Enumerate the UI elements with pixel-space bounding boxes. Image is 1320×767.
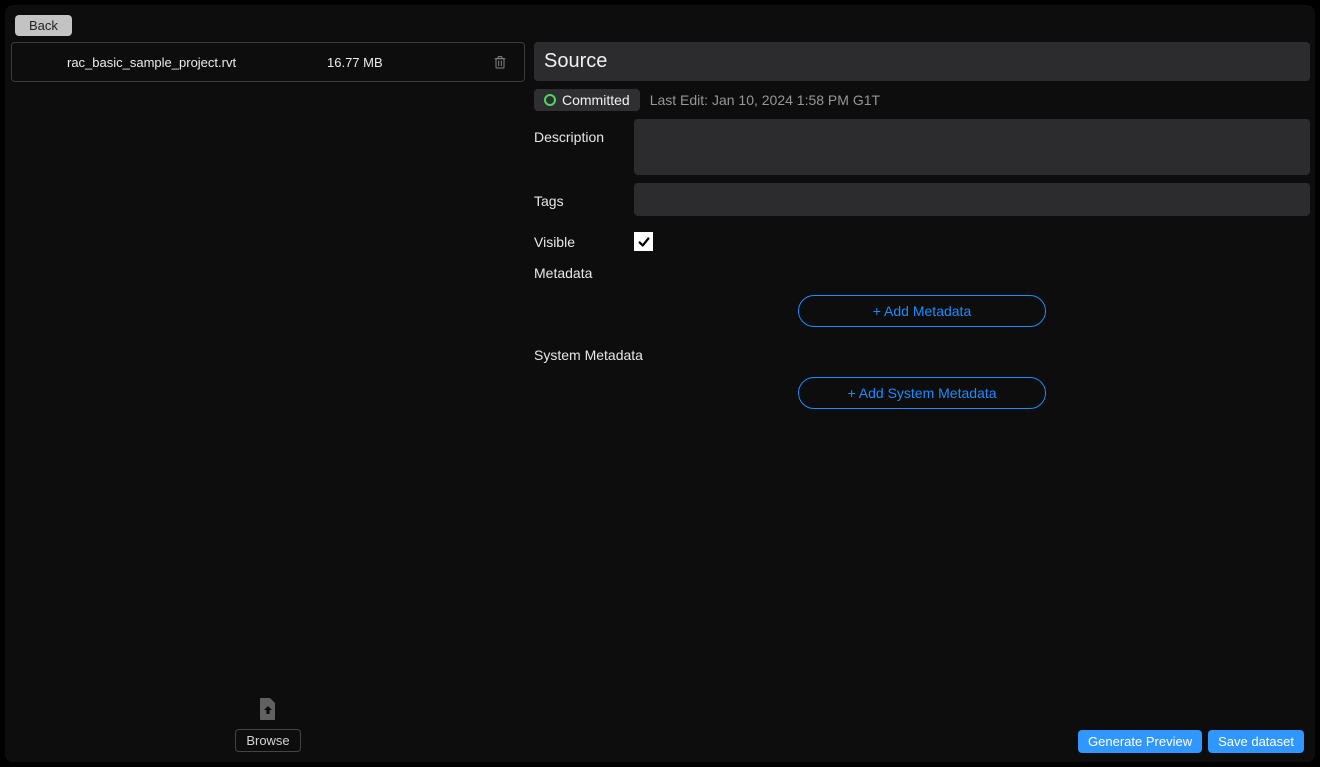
right-panel: Source Committed Last Edit: Jan 10, 2024… [534, 37, 1310, 757]
app-container: Back rac_basic_sample_project.rvt 16.77 … [5, 5, 1315, 762]
file-row[interactable]: rac_basic_sample_project.rvt 16.77 MB [11, 42, 525, 82]
save-dataset-button[interactable]: Save dataset [1208, 730, 1304, 753]
description-row: Description [534, 119, 1310, 175]
tags-label: Tags [534, 183, 634, 209]
tags-input[interactable] [634, 183, 1310, 216]
left-panel: rac_basic_sample_project.rvt 16.77 MB [10, 37, 526, 757]
section-title: Source [534, 42, 1310, 81]
tags-row: Tags [534, 183, 1310, 216]
checkmark-icon [637, 235, 651, 249]
browse-area: Browse [10, 698, 526, 752]
footer-buttons: Generate Preview Save dataset [1078, 730, 1304, 753]
add-system-metadata-button[interactable]: + Add System Metadata [798, 377, 1046, 409]
metadata-label: Metadata [534, 265, 1310, 281]
trash-icon[interactable] [492, 54, 508, 70]
file-size: 16.77 MB [327, 55, 383, 70]
system-metadata-label: System Metadata [534, 347, 1310, 363]
add-system-metadata-row: + Add System Metadata [534, 377, 1310, 409]
visible-checkbox[interactable] [634, 232, 653, 251]
upload-icon [258, 698, 278, 725]
description-label: Description [534, 119, 634, 145]
file-name: rac_basic_sample_project.rvt [67, 55, 236, 70]
status-row: Committed Last Edit: Jan 10, 2024 1:58 P… [534, 89, 1310, 111]
description-input[interactable] [634, 119, 1310, 175]
status-circle-icon [544, 94, 556, 106]
main-area: rac_basic_sample_project.rvt 16.77 MB [10, 37, 1310, 757]
generate-preview-button[interactable]: Generate Preview [1078, 730, 1202, 753]
visible-row: Visible [534, 232, 1310, 251]
browse-button[interactable]: Browse [235, 729, 300, 752]
status-badge: Committed [534, 89, 640, 111]
add-metadata-button[interactable]: + Add Metadata [798, 295, 1046, 327]
visible-label: Visible [534, 234, 634, 250]
back-button[interactable]: Back [15, 15, 72, 36]
add-metadata-row: + Add Metadata [534, 295, 1310, 327]
status-label: Committed [562, 92, 630, 108]
last-edit-text: Last Edit: Jan 10, 2024 1:58 PM G1T [650, 92, 880, 108]
